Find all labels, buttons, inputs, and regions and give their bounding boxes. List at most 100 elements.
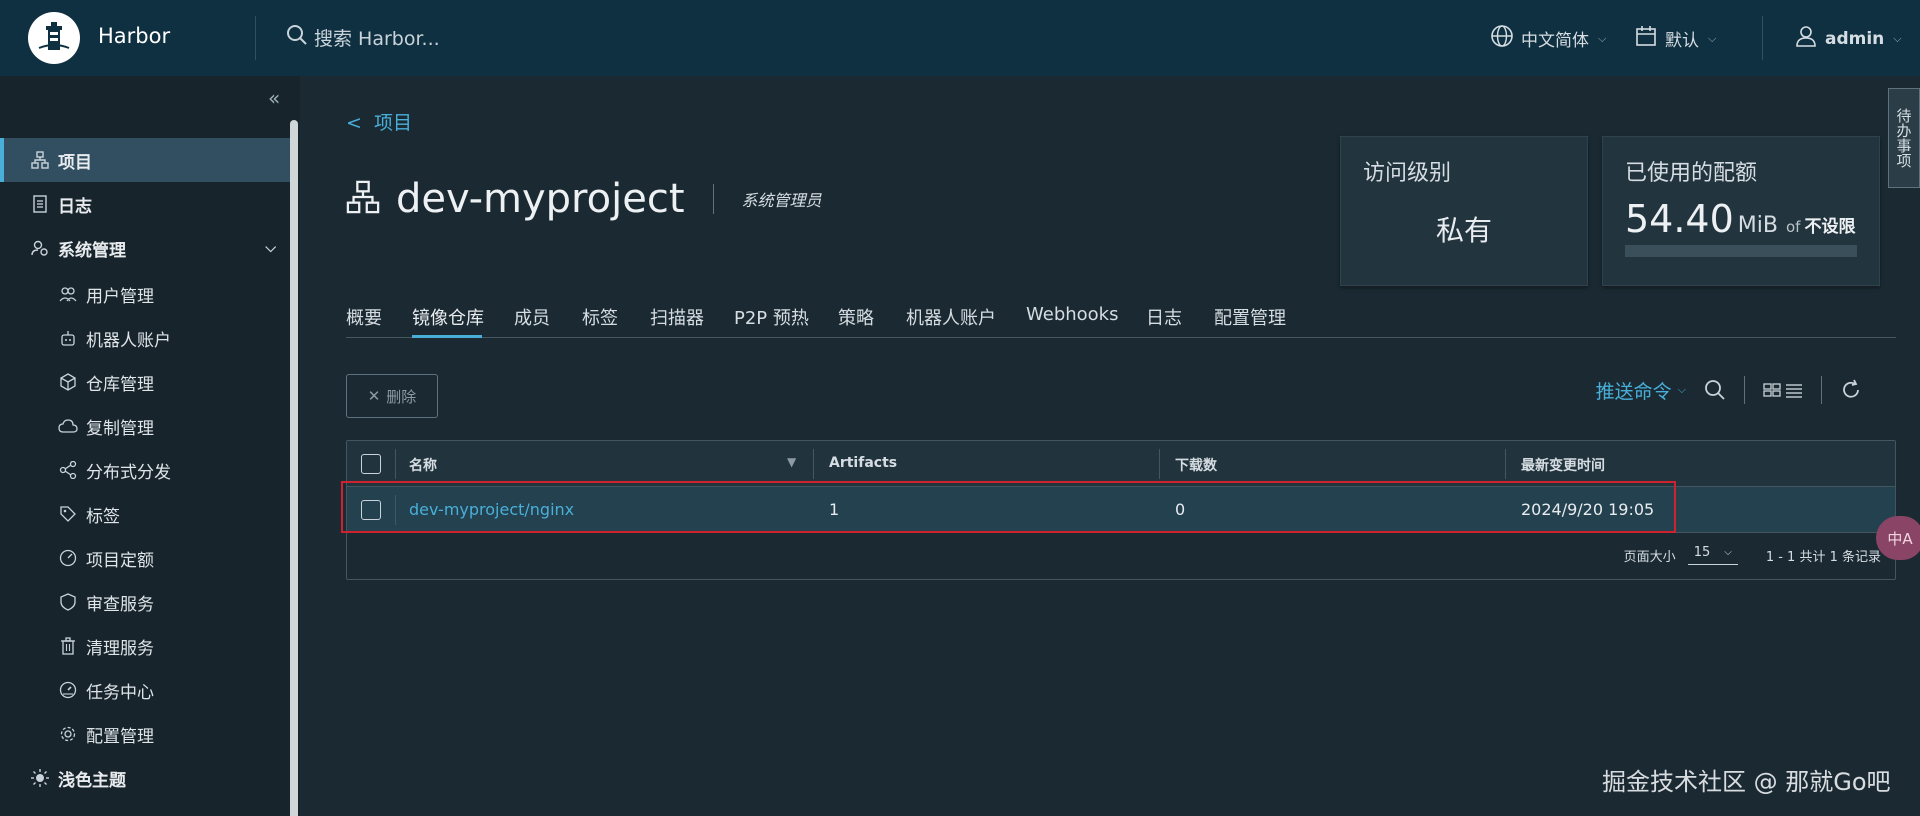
breadcrumb[interactable]: < 项目 — [346, 108, 412, 135]
tab-summary[interactable]: 概要 — [346, 304, 382, 330]
users-icon — [58, 284, 78, 304]
trash-icon — [58, 636, 78, 656]
access-level-value: 私有 — [1435, 214, 1492, 247]
sidebar-item-users[interactable]: 用户管理 — [0, 272, 290, 316]
robot-icon — [58, 328, 78, 348]
collapse-sidebar-icon[interactable]: « — [268, 86, 280, 110]
tab-p2p-preheat[interactable]: P2P 预热 — [734, 304, 809, 330]
page-title: dev-myproject — [396, 176, 685, 222]
card-view-icon[interactable] — [1763, 382, 1781, 398]
tab-labels[interactable]: 标签 — [582, 304, 618, 330]
access-level-card: 访问级别 私有 — [1340, 136, 1588, 286]
page-size-label: 页面大小 — [1623, 549, 1676, 565]
column-divider — [1159, 449, 1160, 479]
translate-float-button[interactable]: 中A — [1876, 516, 1920, 560]
app-title[interactable]: Harbor — [98, 24, 170, 48]
distribution-icon — [58, 460, 78, 480]
global-search[interactable]: 搜索 Harbor... — [286, 24, 440, 51]
column-header-artifacts[interactable]: Artifacts — [829, 455, 897, 471]
sidebar-item-system-admin[interactable]: 系统管理 ⌵ — [0, 226, 290, 270]
sidebar-scrollbar[interactable] — [290, 120, 298, 816]
sidebar-item-clean-up[interactable]: 清理服务 — [0, 624, 290, 668]
sidebar-item-logs[interactable]: 日志 — [0, 182, 290, 226]
page-size-value: 15 — [1693, 545, 1711, 560]
user-menu[interactable]: admin ⌵ — [1794, 24, 1902, 53]
user-icon — [1794, 24, 1818, 53]
chevron-down-icon: ⌵ — [1724, 547, 1732, 558]
sidebar-item-light-theme[interactable]: 浅色主题 — [0, 756, 290, 800]
tab-configuration[interactable]: 配置管理 — [1214, 304, 1286, 330]
refresh-icon[interactable] — [1840, 379, 1862, 401]
breadcrumb-projects-link[interactable]: 项目 — [374, 112, 412, 134]
sidebar-item-label: 分布式分发 — [86, 462, 171, 483]
sidebar-item-configuration[interactable]: 配置管理 — [0, 712, 290, 756]
sidebar-item-projects[interactable]: 项目 — [0, 138, 290, 182]
quota-usage: 54.40 MiB of 不设限 — [1625, 197, 1855, 241]
sidebar-item-distributions[interactable]: 分布式分发 — [0, 448, 290, 492]
quota-used-value: 54.40 — [1625, 197, 1734, 241]
harbor-logo-icon[interactable] — [28, 12, 80, 64]
language-label: 中文简体 — [1521, 31, 1589, 51]
tag-icon — [58, 504, 78, 524]
quota-icon — [58, 548, 78, 568]
tab-webhooks[interactable]: Webhooks — [1026, 304, 1118, 325]
column-header-pulls[interactable]: 下载数 — [1175, 455, 1217, 475]
search-input[interactable]: 搜索 Harbor... — [314, 24, 440, 51]
chevron-down-icon: ⌵ — [1708, 31, 1717, 45]
sidebar-item-interrogation-services[interactable]: 审查服务 — [0, 580, 290, 624]
sidebar-item-project-quotas[interactable]: 项目定额 — [0, 536, 290, 580]
tab-members[interactable]: 成员 — [514, 304, 550, 330]
tab-policy[interactable]: 策略 — [838, 304, 874, 330]
log-icon — [30, 194, 50, 214]
chevron-down-icon: ⌵ — [265, 240, 276, 256]
datetime-format-selector[interactable]: 默认 ⌵ — [1634, 24, 1716, 53]
tab-scanner[interactable]: 扫描器 — [650, 304, 704, 330]
language-selector[interactable]: 中文简体 ⌵ — [1490, 24, 1606, 53]
sidebar-item-label: 审查服务 — [86, 594, 154, 615]
sidebar-item-job-service[interactable]: 任务中心 — [0, 668, 290, 712]
sidebar-item-robot-accounts[interactable]: 机器人账户 — [0, 316, 290, 360]
header-divider — [255, 16, 256, 60]
sidebar-item-labels[interactable]: 标签 — [0, 492, 290, 536]
watermark: 掘金技术社区 @ 那就Go吧 — [1602, 768, 1891, 796]
select-all-checkbox[interactable] — [361, 454, 381, 474]
quota-progress-bar — [1625, 245, 1857, 257]
sidebar-item-label: 清理服务 — [86, 638, 154, 659]
delete-label: 删除 — [386, 387, 417, 406]
sidebar-item-label: 项目 — [58, 152, 92, 173]
grid-toolbar: 推送命令 ⌵ — [1596, 376, 1862, 404]
gear-icon — [58, 724, 78, 744]
side-panel-tab[interactable]: 待办事项 — [1888, 88, 1920, 188]
quota-card: 已使用的配额 54.40 MiB of 不设限 — [1602, 136, 1880, 286]
chevron-left-icon: < — [346, 112, 362, 134]
search-icon — [286, 24, 308, 51]
title-divider — [712, 184, 714, 214]
tab-robot-accounts[interactable]: 机器人账户 — [906, 304, 996, 330]
tab-repositories[interactable]: 镜像仓库 — [412, 304, 484, 330]
filter-icon[interactable]: ▼ — [787, 455, 796, 469]
globe-icon — [1490, 24, 1514, 53]
sidebar-item-label: 机器人账户 — [86, 330, 171, 351]
sidebar-item-label: 系统管理 — [58, 240, 126, 261]
search-icon[interactable] — [1704, 379, 1726, 401]
sidebar-item-label: 仓库管理 — [86, 374, 154, 395]
push-command-button[interactable]: 推送命令 ⌵ — [1596, 377, 1686, 404]
column-divider — [1505, 449, 1506, 479]
tab-logs[interactable]: 日志 — [1146, 304, 1182, 330]
column-header-update-time[interactable]: 最新变更时间 — [1521, 455, 1605, 475]
column-header-name[interactable]: 名称 — [409, 455, 437, 475]
project-icon — [346, 180, 380, 218]
list-view-icon[interactable] — [1785, 382, 1803, 398]
quota-of: of — [1785, 218, 1801, 236]
header-divider — [1762, 16, 1763, 60]
role-label: 系统管理员 — [741, 191, 822, 210]
quota-limit: 不设限 — [1804, 217, 1856, 237]
sidebar-item-registries[interactable]: 仓库管理 — [0, 360, 290, 404]
delete-button[interactable]: ✕ 删除 — [346, 374, 438, 418]
page-size-select[interactable]: 15 ⌵ — [1687, 545, 1738, 565]
sidebar-item-label: 标签 — [86, 506, 120, 527]
chevron-down-icon: ⌵ — [1598, 31, 1607, 45]
sidebar-item-label: 配置管理 — [86, 726, 154, 747]
sidebar-item-replications[interactable]: 复制管理 — [0, 404, 290, 448]
access-level-title: 访问级别 — [1363, 161, 1452, 186]
